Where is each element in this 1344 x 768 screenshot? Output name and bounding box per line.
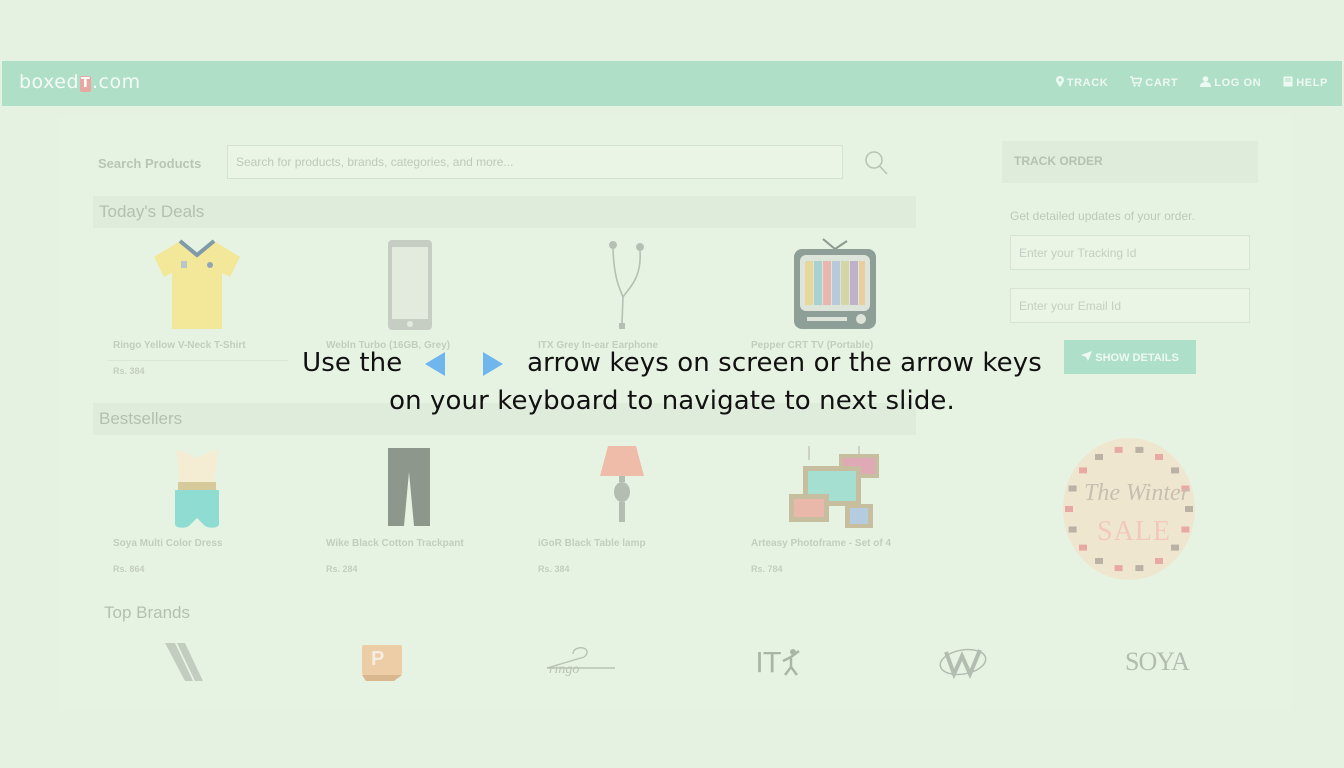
main-nav: TRACK CART LOG ON HELP: [1055, 76, 1328, 90]
product-price: Rs. 864: [113, 564, 145, 574]
cart-icon: [1130, 76, 1143, 90]
sale-ring-motif: [1079, 467, 1087, 474]
nav-track[interactable]: TRACK: [1055, 76, 1109, 90]
sale-ring-motif: [1068, 526, 1077, 533]
tv-icon: [793, 237, 877, 336]
email-field[interactable]: [1010, 288, 1250, 323]
winter-sale-line2: SALE: [1097, 516, 1171, 547]
previous-arrow-button[interactable]: [424, 351, 445, 376]
photoframe-icon: [789, 446, 881, 533]
nav-cart[interactable]: CART: [1130, 76, 1178, 90]
product-name: Soya Multi Color Dress: [113, 538, 223, 549]
nav-help-label: HELP: [1296, 77, 1328, 89]
book-icon: [1283, 76, 1293, 90]
user-icon: [1200, 76, 1212, 90]
product-price: Rs. 784: [751, 564, 783, 574]
todays-deals-header: [93, 196, 916, 228]
pepper-logo-letter: P: [371, 648, 385, 670]
tshirt-icon: [152, 239, 242, 336]
sale-ring-motif: [1095, 454, 1103, 460]
instruction-text-start: Use the: [302, 348, 403, 378]
sale-ring-motif: [1114, 565, 1123, 572]
ringo-logo-text: ringo: [549, 662, 580, 677]
lamp-icon: [600, 446, 644, 529]
itx-logo[interactable]: IT: [752, 640, 804, 684]
instruction-text-end: arrow keys on screen or the arrow keys: [527, 348, 1042, 378]
sale-ring-motif: [1155, 454, 1163, 460]
soya-logo[interactable]: SOYA: [1118, 640, 1196, 684]
sale-ring-motif: [1079, 544, 1087, 551]
trackpant-icon: [386, 446, 432, 533]
top-navigation-bar: boxed T.com TRACK CART LOG ON HELP: [2, 61, 1342, 106]
sale-ring-motif: [1181, 526, 1190, 533]
nav-help[interactable]: HELP: [1283, 76, 1328, 90]
product-name: iGoR Black Table lamp: [538, 538, 646, 549]
tracking-id-field[interactable]: [1010, 235, 1250, 270]
sale-ring-motif: [1135, 565, 1144, 572]
product-price: Rs. 384: [538, 564, 570, 574]
map-pin-icon: [1055, 76, 1064, 90]
product-name: Wike Black Cotton Trackpant: [326, 538, 464, 549]
webin-logo[interactable]: [938, 640, 988, 684]
sale-ring-motif: [1114, 446, 1123, 453]
sale-ring-motif: [1171, 544, 1179, 551]
pepper-logo[interactable]: P: [358, 640, 406, 684]
search-label: Search Products: [98, 156, 202, 171]
product-name: Arteasy Photoframe - Set of 4: [751, 538, 892, 549]
itx-logo-text: IT: [755, 645, 781, 679]
product-price: Rs. 284: [326, 564, 358, 574]
search-icon[interactable]: [864, 150, 888, 176]
track-order-description: Get detailed updates of your order.: [1010, 209, 1195, 223]
nav-logon-label: LOG ON: [1214, 77, 1262, 89]
nav-logon[interactable]: LOG ON: [1200, 76, 1261, 90]
sale-ring-motif: [1095, 558, 1103, 564]
track-order-title: TRACK ORDER: [1014, 154, 1103, 168]
search-input[interactable]: [227, 145, 843, 179]
sale-ring-motif: [1155, 558, 1163, 564]
winter-sale-line1: The Winter: [1084, 480, 1190, 506]
todays-deals-title: Today's Deals: [99, 202, 205, 221]
wike-logo[interactable]: [160, 640, 210, 684]
dress-icon: [170, 448, 224, 535]
instruction-line-1: Use the arrow keys on screen or the arro…: [0, 348, 1344, 378]
phone-icon: [387, 239, 433, 336]
logo-text-right: .com: [92, 71, 141, 93]
logo-text-left: boxed: [19, 71, 80, 93]
nav-cart-label: CART: [1145, 77, 1179, 89]
nav-track-label: TRACK: [1066, 77, 1109, 89]
sale-ring-motif: [1068, 485, 1077, 492]
logo-mark: T: [80, 76, 92, 92]
sale-ring-motif: [1171, 467, 1179, 474]
next-arrow-button[interactable]: [482, 351, 503, 376]
earphone-icon: [598, 239, 648, 336]
instruction-line-2: on your keyboard to navigate to next sli…: [389, 386, 955, 416]
soya-logo-text: SOYA: [1125, 647, 1190, 676]
sale-ring-motif: [1065, 506, 1073, 512]
winter-sale-badge[interactable]: [1063, 438, 1195, 580]
sale-ring-motif: [1135, 446, 1144, 453]
top-brands-title: Top Brands: [104, 603, 190, 622]
site-logo[interactable]: boxed T.com: [19, 71, 141, 93]
ringo-logo[interactable]: ringo: [543, 640, 619, 684]
